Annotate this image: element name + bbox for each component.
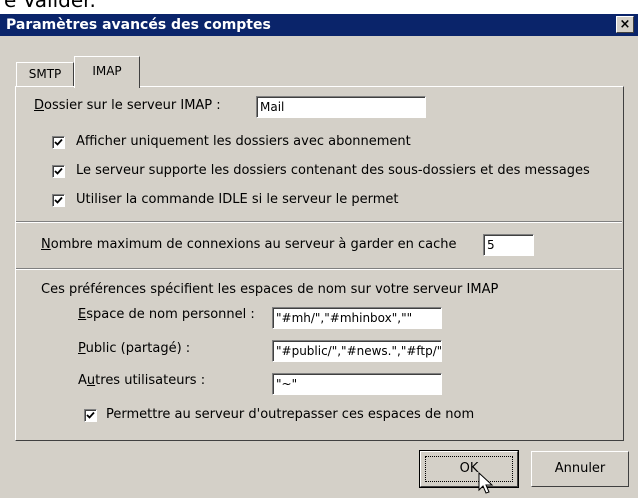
close-button[interactable]: × <box>616 16 634 33</box>
checkbox-subscribed-only[interactable] <box>52 136 65 149</box>
ns-public-label-rest: ublic (partagé) : <box>85 341 191 356</box>
checkbox-subscribed-only-label: Afficher uniquement les dossiers avec ab… <box>76 134 411 149</box>
mouse-cursor-icon <box>478 472 494 494</box>
checkmark-icon <box>86 411 95 419</box>
namespaces-intro: Ces préférences spécifient les espaces d… <box>41 282 499 297</box>
cancel-button-label: Annuler <box>554 461 606 476</box>
ns-others-label-rest: tres utilisateurs : <box>95 373 206 388</box>
checkbox-override-namespaces[interactable] <box>84 409 97 422</box>
checkbox-subfolders-label: Le serveur supporte les dossiers contena… <box>76 163 590 178</box>
ns-others-input[interactable]: "~" <box>272 373 442 395</box>
ns-others-label: Autres utilisateurs : <box>78 373 206 388</box>
max-connections-label-rest: ombre maximum de connexions au serveur à… <box>50 237 457 252</box>
folder-label-rest: ossier sur le serveur IMAP : <box>44 98 221 113</box>
checkmark-icon <box>54 196 63 204</box>
tab-imap-label: IMAP <box>92 64 122 78</box>
folder-label: Dossier sur le serveur IMAP : <box>34 98 221 113</box>
separator <box>16 221 622 223</box>
ns-public-input[interactable]: "#public/","#news.","#ftp/" <box>272 340 442 362</box>
tab-smtp-label: SMTP <box>28 67 62 81</box>
tab-smtp[interactable]: SMTP <box>16 62 74 86</box>
ns-public-label: Public (partagé) : <box>78 341 191 356</box>
window-title: Paramètres avancés des comptes <box>6 17 271 33</box>
background-text-strip: e Valider. <box>0 0 638 14</box>
checkbox-override-label: Permettre au serveur d'outrepasser ces e… <box>106 407 475 422</box>
tab-imap[interactable]: IMAP <box>74 56 140 88</box>
max-connections-label: Nombre maximum de connexions au serveur … <box>41 237 457 252</box>
ok-button[interactable]: OK <box>419 450 519 488</box>
ns-personal-input[interactable]: "#mh/","#mhinbox","" <box>272 307 442 329</box>
checkmark-icon <box>54 167 63 175</box>
checkbox-idle[interactable] <box>52 194 65 207</box>
title-bar: Paramètres avancés des comptes × <box>0 14 638 36</box>
folder-input[interactable]: Mail <box>256 96 426 118</box>
background-text: e Valider. <box>4 0 96 12</box>
checkmark-icon <box>54 138 63 146</box>
cancel-button[interactable]: Annuler <box>531 451 629 487</box>
close-icon: × <box>619 17 631 32</box>
checkbox-idle-label: Utiliser la commande IDLE si le serveur … <box>76 192 399 207</box>
focus-rect <box>425 456 513 482</box>
max-connections-input[interactable]: 5 <box>483 234 534 256</box>
checkbox-subfolders[interactable] <box>52 165 65 178</box>
separator <box>16 268 622 270</box>
ns-personal-label-rest: space de nom personnel : <box>86 307 255 322</box>
ns-personal-label: Espace de nom personnel : <box>78 307 255 322</box>
